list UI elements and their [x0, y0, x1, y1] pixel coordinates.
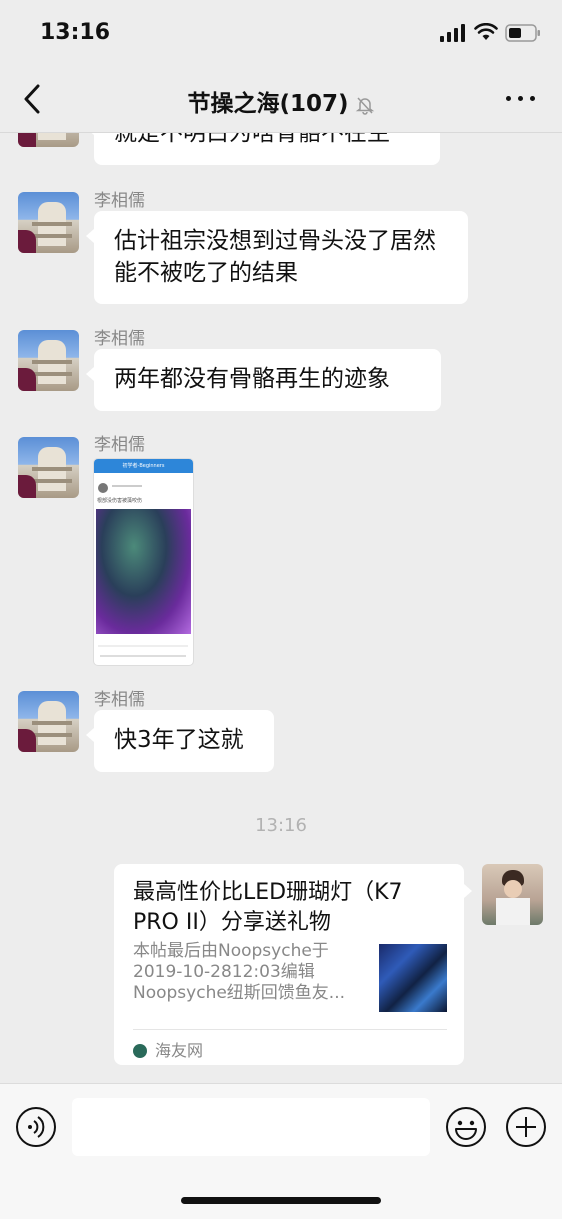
source-logo-icon	[133, 1043, 147, 1058]
message-bubble[interactable]: 估计祖宗没想到过骨头没了居然能不被吃了的结果	[86, 211, 468, 304]
aquarium-photo	[96, 509, 191, 634]
home-indicator	[181, 1197, 381, 1204]
avatar[interactable]	[18, 133, 79, 147]
message-bubble[interactable]: 快3年了这就	[86, 710, 274, 772]
message-text: 就是不明白为啥骨骼不在生	[114, 133, 390, 146]
signal-icon	[440, 24, 465, 42]
source-name: 海友网	[155, 1041, 204, 1060]
status-bar: 13:16	[0, 0, 562, 66]
image-message[interactable]: 初学者-Beginners 根部没伤害被藻咬伤	[94, 459, 193, 665]
sender-name: 李相儒	[94, 191, 145, 211]
avatar[interactable]	[18, 691, 79, 752]
message-text: 估计祖宗没想到过骨头没了居然能不被吃了的结果	[114, 228, 436, 286]
divider	[133, 1029, 447, 1030]
message-input[interactable]	[72, 1098, 430, 1156]
link-card-source: 海友网	[133, 1037, 203, 1061]
message-list[interactable]: 就是不明白为啥骨骼不在生 李相儒 估计祖宗没想到过骨头没了居然能不被吃了的结果 …	[0, 133, 562, 1083]
voice-icon[interactable]	[15, 1106, 57, 1148]
avatar[interactable]	[18, 330, 79, 391]
more-icon[interactable]	[506, 96, 536, 104]
chat-title: 节操之海(107)	[0, 84, 562, 118]
image-header: 初学者-Beginners	[94, 459, 193, 473]
image-caption: 根部没伤害被藻咬伤	[97, 497, 142, 504]
wifi-icon	[474, 23, 498, 40]
timestamp: 13:16	[255, 815, 307, 836]
status-time: 13:16	[40, 20, 111, 45]
message-text: 两年都没有骨骼再生的迹象	[114, 366, 390, 392]
sender-name: 李相儒	[94, 690, 145, 710]
plus-icon[interactable]	[505, 1106, 547, 1148]
message-text: 快3年了这就	[114, 727, 244, 753]
emoji-icon[interactable]	[445, 1106, 487, 1148]
battery-icon	[505, 24, 540, 42]
message-bubble[interactable]: 就是不明白为啥骨骼不在生	[86, 133, 440, 165]
link-card-title: 最高性价比LED珊瑚灯（K7 PRO II）分享送礼物	[133, 880, 403, 935]
my-avatar[interactable]	[482, 864, 543, 925]
link-card[interactable]: 最高性价比LED珊瑚灯（K7 PRO II）分享送礼物 本帖最后由Noopsyc…	[114, 864, 472, 1065]
avatar[interactable]	[18, 192, 79, 253]
image-header-text: 初学者-Beginners	[122, 463, 165, 469]
avatar[interactable]	[18, 437, 79, 498]
link-card-description: 本帖最后由Noopsyche于 2019-10-2812:03编辑 Noopsy…	[133, 941, 346, 1003]
message-bubble[interactable]: 两年都没有骨骼再生的迹象	[86, 349, 441, 411]
group-name: 节操之海(107)	[187, 91, 349, 117]
sender-name: 李相儒	[94, 329, 145, 349]
link-card-thumbnail	[379, 944, 447, 1012]
image-caption-text: 根部没伤害被藻咬伤	[97, 498, 143, 504]
mute-icon	[355, 96, 374, 115]
chat-header: 节操之海(107)	[0, 66, 562, 133]
sender-name: 李相儒	[94, 435, 145, 455]
image-avatar	[98, 483, 108, 493]
